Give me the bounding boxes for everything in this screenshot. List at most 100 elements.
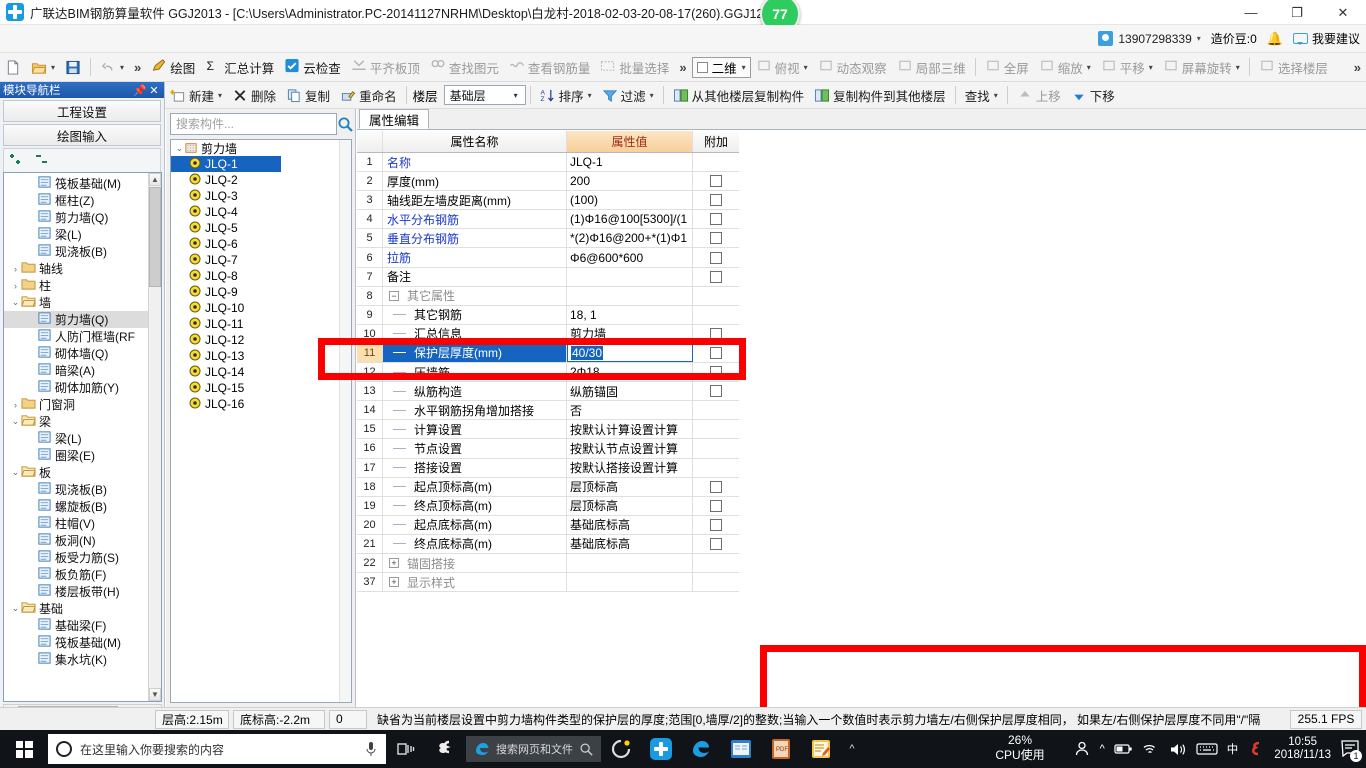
property-row[interactable]: 37 + 显示样式 bbox=[357, 573, 739, 593]
property-attach-cell[interactable] bbox=[693, 248, 739, 266]
property-row[interactable]: 17 搭接设置 按默认搭接设置计算 bbox=[357, 458, 739, 478]
suggest-button[interactable]: 我要建议 bbox=[1292, 30, 1360, 47]
close-button[interactable]: ✕ bbox=[1320, 0, 1366, 25]
book-app[interactable] bbox=[721, 730, 761, 768]
property-row[interactable]: 19 终点顶标高(m) 层顶标高 bbox=[357, 496, 739, 516]
nav-tree-item[interactable]: 柱帽(V) bbox=[4, 515, 161, 532]
bell-icon[interactable]: 🔔 bbox=[1267, 31, 1283, 47]
property-value-cell[interactable]: 200 bbox=[567, 172, 693, 191]
property-name-cell[interactable]: 厚度(mm) bbox=[383, 172, 567, 191]
toolbar-align-slab-button[interactable]: 平齐板顶 bbox=[346, 55, 425, 79]
component-list-item[interactable]: JLQ-2 bbox=[171, 172, 351, 188]
property-name-cell[interactable]: 纵筋构造 bbox=[383, 382, 567, 401]
property-row[interactable]: 5 垂直分布钢筋 *(2)Φ16@200+*(1)Φ1 bbox=[357, 229, 739, 249]
chevron-down-icon[interactable]: ⌄ bbox=[174, 143, 185, 154]
property-value-cell[interactable]: 18, 1 bbox=[567, 305, 693, 324]
nav-tree-item[interactable]: 砌体墙(Q) bbox=[4, 345, 161, 362]
property-row[interactable]: 6 拉筋 Φ6@600*600 bbox=[357, 248, 739, 268]
scrollbar-thumb[interactable] bbox=[149, 187, 161, 287]
copy-from-other-floor-button[interactable]: 从其他楼层复制构件 bbox=[668, 83, 810, 107]
property-attach-cell[interactable] bbox=[693, 459, 739, 477]
property-value-cell[interactable]: 2Φ18 bbox=[567, 363, 693, 382]
property-attach-cell[interactable] bbox=[693, 325, 739, 343]
attach-checkbox[interactable] bbox=[710, 346, 722, 359]
action-center-button[interactable]: 1 bbox=[1340, 739, 1362, 762]
edge-app[interactable] bbox=[681, 730, 721, 768]
ggj-app[interactable] bbox=[641, 730, 681, 768]
property-name-cell[interactable]: 汇总信息 bbox=[383, 324, 567, 343]
chevron-down-icon[interactable]: ▾ bbox=[51, 63, 55, 72]
chevron-down-icon[interactable]: ⌄ bbox=[10, 603, 21, 614]
property-value-cell[interactable] bbox=[567, 553, 693, 573]
attach-checkbox[interactable] bbox=[710, 537, 722, 550]
attach-checkbox[interactable] bbox=[710, 518, 722, 531]
property-grid[interactable]: 属性名称 属性值 附加 1 名称 JLQ-1 2 厚度(mm) 200 3 轴线距左墙皮距离(… bbox=[357, 131, 739, 593]
chevron-down-icon[interactable]: ▾ bbox=[120, 63, 124, 72]
nav-tree-item[interactable]: 现浇板(B) bbox=[4, 243, 161, 260]
property-attach-cell[interactable] bbox=[693, 573, 739, 591]
copy-to-other-floor-button[interactable]: 复制构件到其他楼层 bbox=[809, 83, 951, 107]
attach-checkbox[interactable] bbox=[710, 175, 722, 188]
property-row[interactable]: 13 纵筋构造 纵筋锚固 bbox=[357, 382, 739, 402]
floor-select[interactable]: 基础层 ▾ bbox=[443, 85, 526, 105]
nav-tree-item[interactable]: 板洞(N) bbox=[4, 532, 161, 549]
sogou-icon[interactable] bbox=[1247, 740, 1265, 758]
nav-tree-item[interactable]: 螺旋板(B) bbox=[4, 498, 161, 515]
property-name-cell[interactable]: 计算设置 bbox=[383, 420, 567, 439]
toolbar-zoom-button[interactable]: 缩放 ▾ bbox=[1034, 55, 1096, 79]
property-value-cell[interactable]: (100) bbox=[567, 191, 693, 210]
property-attach-cell[interactable] bbox=[693, 420, 739, 438]
ie-search-box[interactable]: 搜索网页和文件 bbox=[466, 736, 601, 762]
chevron-down-icon[interactable]: ▾ bbox=[1236, 63, 1240, 72]
nav-tree-item[interactable]: 集水坑(K) bbox=[4, 651, 161, 668]
property-attach-cell[interactable] bbox=[693, 344, 739, 362]
property-attach-cell[interactable] bbox=[693, 382, 739, 400]
attach-checkbox[interactable] bbox=[710, 385, 722, 398]
property-value-cell[interactable]: 基础底标高 bbox=[567, 534, 693, 553]
attach-checkbox[interactable] bbox=[710, 327, 722, 340]
sort-button[interactable]: AZ 排序 ▾ bbox=[535, 83, 597, 107]
property-name-cell[interactable]: + 锚固搭接 bbox=[383, 553, 567, 573]
component-tree-root[interactable]: ⌄ 剪力墙 bbox=[171, 140, 351, 156]
attach-checkbox[interactable] bbox=[710, 270, 722, 283]
attach-checkbox[interactable] bbox=[710, 366, 722, 379]
property-attach-cell[interactable] bbox=[693, 287, 739, 305]
toolbar-batch-select-button[interactable]: 批量选择 bbox=[595, 55, 674, 79]
save-button[interactable] bbox=[60, 55, 86, 79]
chevron-down-icon[interactable]: ⌄ bbox=[10, 297, 21, 308]
find-button[interactable]: 查找 ▾ bbox=[960, 83, 1003, 107]
nav-tree-item[interactable]: 人防门框墙(RF bbox=[4, 328, 161, 345]
nav-tree-item[interactable]: 砌体加筋(Y) bbox=[4, 379, 161, 396]
volume-icon[interactable] bbox=[1169, 742, 1187, 757]
open-folder-button[interactable]: ▾ bbox=[26, 55, 60, 79]
property-value-cell[interactable]: Φ6@600*600 bbox=[567, 248, 693, 267]
toolbar-fullscreen-button[interactable]: 全屏 bbox=[980, 55, 1034, 79]
property-name-cell[interactable]: 终点底标高(m) bbox=[383, 534, 567, 553]
toolbar-select-floor-button[interactable]: 选择楼层 bbox=[1254, 55, 1333, 79]
property-name-cell[interactable]: 搭接设置 bbox=[383, 458, 567, 477]
close-icon[interactable]: ✕ bbox=[147, 84, 161, 97]
property-value-cell[interactable]: 基础底标高 bbox=[567, 515, 693, 534]
move-up-button[interactable]: 上移 bbox=[1012, 83, 1066, 107]
property-name-cell[interactable]: 节点设置 bbox=[383, 439, 567, 458]
property-attach-cell[interactable] bbox=[693, 535, 739, 553]
property-attach-cell[interactable] bbox=[693, 401, 739, 419]
nav-tree-item[interactable]: 暗梁(A) bbox=[4, 362, 161, 379]
component-list-item[interactable]: JLQ-12 bbox=[171, 332, 351, 348]
chevron-right-icon[interactable]: › bbox=[10, 264, 21, 274]
expander-plus-icon[interactable]: + bbox=[389, 577, 399, 588]
chevron-down-icon[interactable]: ▾ bbox=[1149, 63, 1153, 72]
btn-draw-input[interactable]: 绘图输入 bbox=[3, 124, 161, 146]
nav-tree-item[interactable]: 梁(L) bbox=[4, 430, 161, 447]
property-attach-cell[interactable] bbox=[693, 210, 739, 228]
property-value-cell[interactable]: 按默认搭接设置计算 bbox=[567, 458, 693, 477]
component-list-item[interactable]: JLQ-13 bbox=[171, 348, 351, 364]
task-view-button[interactable] bbox=[386, 730, 426, 768]
sogou-cloud-app[interactable] bbox=[426, 730, 466, 768]
property-attach-cell[interactable] bbox=[693, 191, 739, 209]
property-row[interactable]: 15 计算设置 按默认计算设置计算 bbox=[357, 420, 739, 440]
search-button[interactable] bbox=[337, 113, 354, 135]
pdf-app[interactable]: PDF bbox=[761, 730, 801, 768]
toolbar-top-view-button[interactable]: 俯视 ▾ bbox=[751, 55, 813, 79]
nav-tree-item[interactable]: 剪力墙(Q) bbox=[4, 209, 161, 226]
